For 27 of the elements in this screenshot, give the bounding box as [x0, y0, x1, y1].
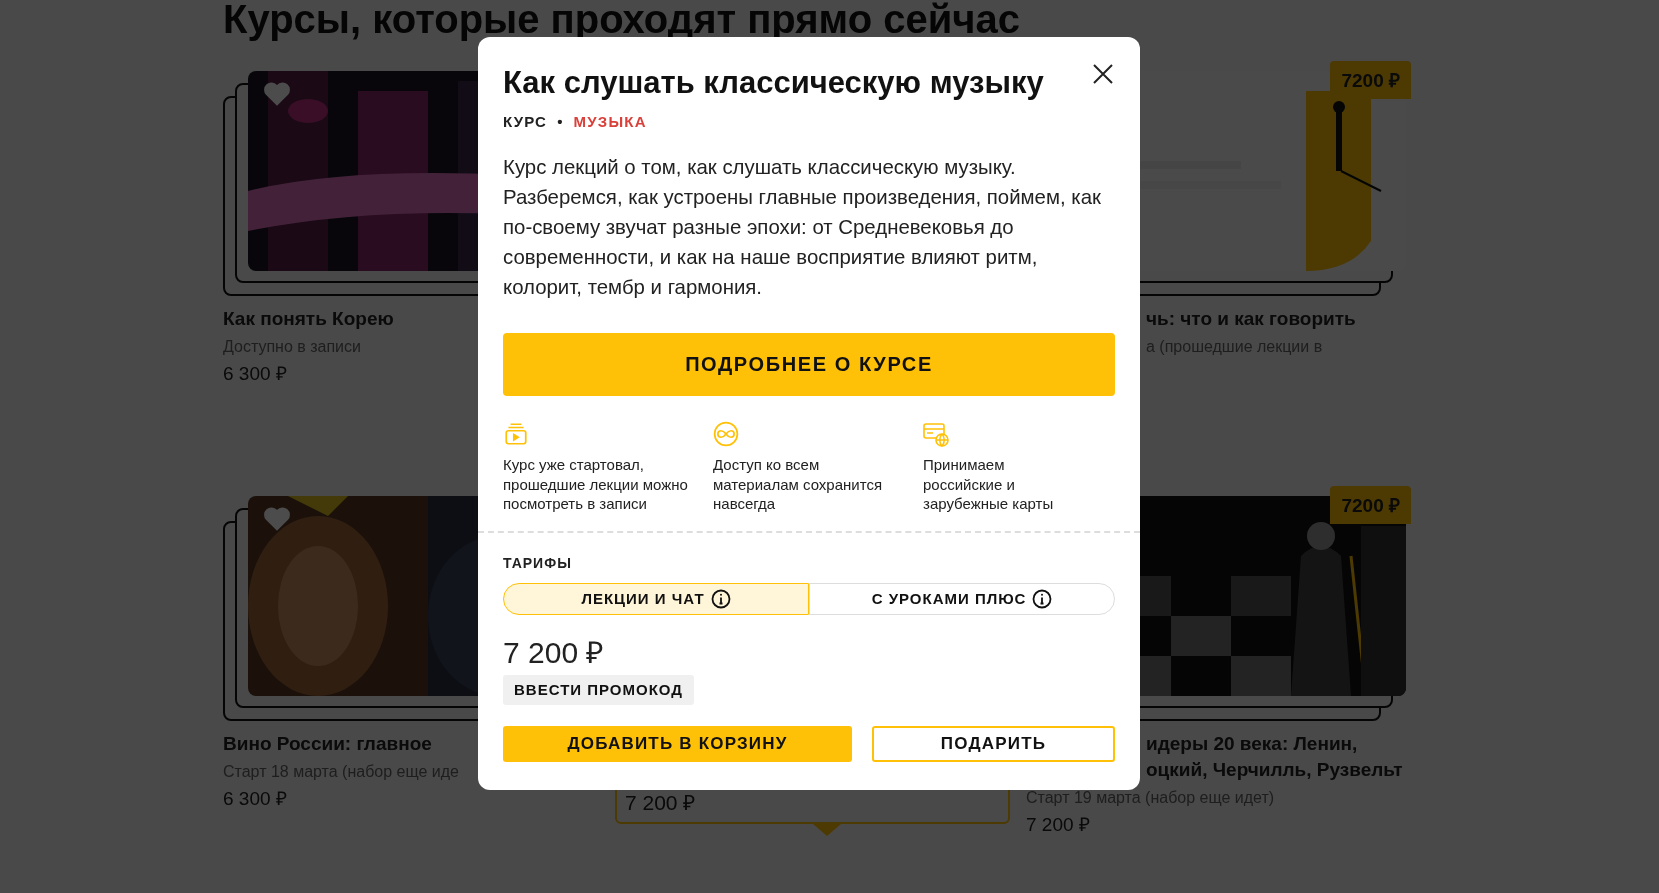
course-price: 6 300 ₽: [223, 787, 288, 811]
course-type: КУРС: [503, 113, 548, 130]
dialog-title: Как слушать классическую музыку: [503, 65, 1044, 101]
page-heading: Курсы, которые проходят прямо сейчас: [223, 0, 1021, 41]
add-to-cart-button[interactable]: ДОБАВИТЬ В КОРЗИНУ: [503, 725, 852, 762]
tariff-tab[interactable]: С УРОКАМИ ПЛЮС: [809, 582, 1115, 615]
video-icon: [503, 421, 529, 447]
tariffs-label: ТАРИФЫ: [503, 554, 573, 571]
course-price: 7 200 ₽: [503, 634, 605, 671]
course-price: 6 300 ₽: [223, 362, 288, 386]
course-category[interactable]: МУЗЫКА: [573, 113, 647, 130]
tariff-tab[interactable]: ЛЕКЦИИ И ЧАТ: [503, 582, 809, 615]
info-icon[interactable]: [710, 588, 731, 609]
feature-text: Курс уже стартовал, прошедшие лекции можно посмотреть в записи: [503, 455, 688, 514]
separator-dot: •: [557, 113, 564, 130]
close-icon[interactable]: [1091, 62, 1115, 86]
course-price: 7 200 ₽: [625, 790, 696, 816]
course-description: Курс лекций о том, как слушать классическую музыку. Разберемся, как устроены главные произведения, поймем, как по-своему звучат разные эпохи: от Средневековья до современности, и как на наше восприятие влияют ритм, колорит, тембр и гармония.: [503, 155, 1102, 300]
promo-code-button[interactable]: ВВЕСТИ ПРОМОКОД: [503, 674, 694, 705]
gift-button[interactable]: ПОДАРИТЬ: [872, 725, 1115, 762]
feature-text: Принимаем российские и зарубежные карты: [923, 455, 1055, 514]
infinity-icon: [713, 421, 739, 447]
info-icon[interactable]: [1032, 588, 1053, 609]
course-price: 7 200 ₽: [1026, 813, 1091, 837]
details-button[interactable]: ПОДРОБНЕЕ О КУРСЕ: [503, 333, 1115, 396]
feature-text: Доступ ко всем материалам сохранится навсегда: [713, 455, 884, 514]
card-globe-icon: [923, 421, 949, 447]
